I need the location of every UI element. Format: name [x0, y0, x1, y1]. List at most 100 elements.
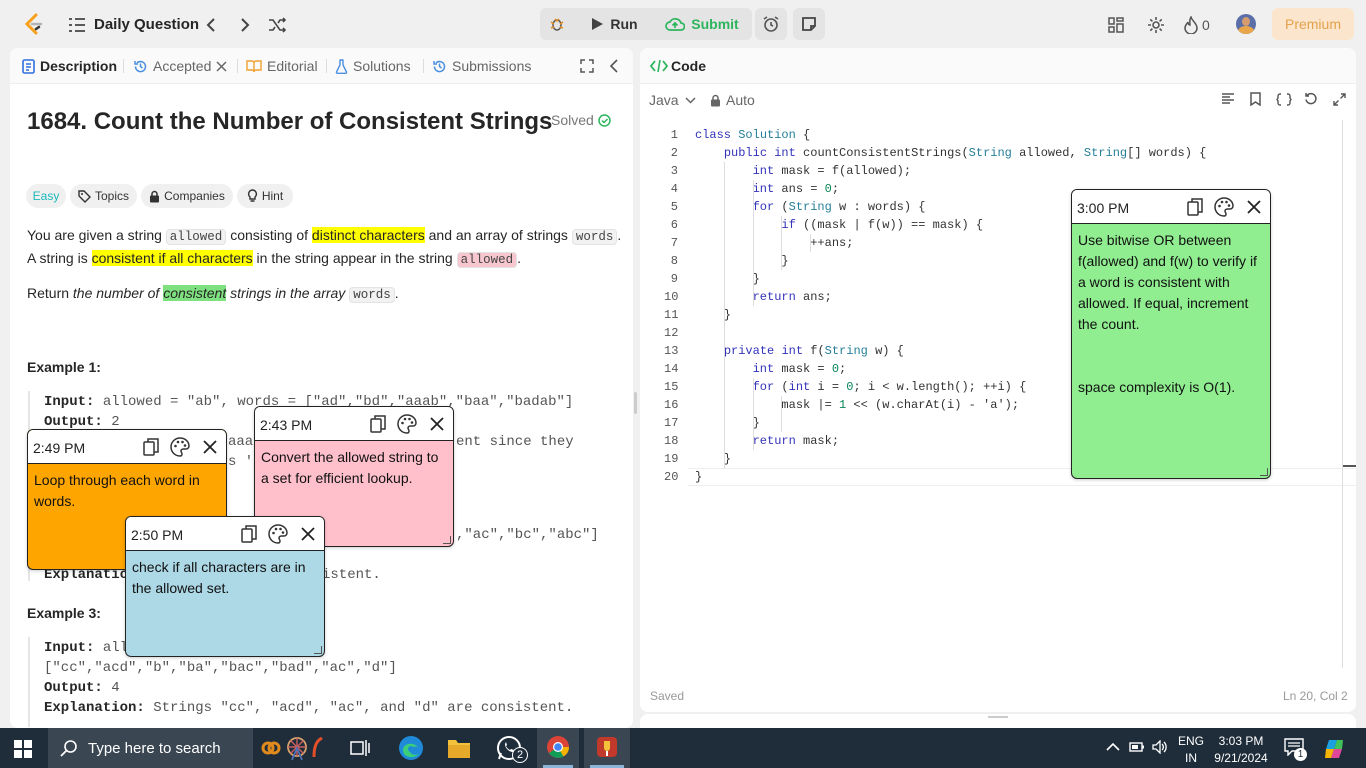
- sticky-note-header[interactable]: 2:49 PM: [28, 430, 226, 464]
- palette-icon[interactable]: [268, 524, 288, 544]
- auto-mode[interactable]: Auto: [710, 92, 755, 108]
- resize-grip-icon[interactable]: [443, 536, 451, 544]
- sticky-note-text[interactable]: check if all characters are in the allow…: [126, 551, 324, 656]
- sticky-note-header[interactable]: 2:43 PM: [255, 407, 453, 441]
- tab-description[interactable]: Description: [22, 58, 117, 74]
- daily-question-title[interactable]: Daily Question: [94, 16, 199, 33]
- problem-list-icon[interactable]: [66, 14, 88, 36]
- close-icon[interactable]: [298, 524, 318, 544]
- format-icon[interactable]: [1221, 93, 1235, 105]
- next-problem-icon[interactable]: [234, 14, 256, 36]
- sticky-note[interactable]: 3:00 PM Use bitwise OR between f(allowed)…: [1071, 189, 1271, 479]
- alarm-clock-button[interactable]: [755, 8, 787, 40]
- close-icon[interactable]: [200, 437, 220, 457]
- layout-grid-icon[interactable]: [1105, 14, 1127, 36]
- palette-icon[interactable]: [1214, 197, 1234, 217]
- system-clock[interactable]: 3:03 PM 9/21/2024: [1210, 733, 1272, 767]
- braces-icon[interactable]: [1276, 93, 1292, 106]
- collapse-panel-icon[interactable]: [609, 59, 619, 73]
- tab-submissions[interactable]: Submissions: [432, 58, 531, 74]
- taskbar-widget-cluster[interactable]: [260, 734, 332, 762]
- code-line[interactable]: int mask = f(allowed);: [695, 162, 911, 180]
- shuffle-icon[interactable]: [266, 14, 288, 36]
- code-line[interactable]: public int countConsistentStrings(String…: [695, 144, 1207, 162]
- code-line[interactable]: }: [695, 306, 731, 324]
- sticky-note-header[interactable]: 3:00 PM: [1072, 190, 1270, 224]
- tab-accepted[interactable]: Accepted: [133, 58, 227, 74]
- panel-resize-handle[interactable]: [634, 392, 637, 414]
- code-line[interactable]: class Solution {: [695, 126, 810, 144]
- show-hidden-icons-chevron-icon[interactable]: [1106, 742, 1120, 752]
- windows-start-icon[interactable]: [14, 740, 32, 758]
- language-select[interactable]: Java: [649, 92, 696, 108]
- copilot-icon[interactable]: [1323, 738, 1345, 760]
- notification-center-button[interactable]: 1: [1284, 738, 1310, 762]
- code-line[interactable]: }: [695, 468, 702, 486]
- sticky-note-text[interactable]: Use bitwise OR between f(allowed) and f(…: [1072, 224, 1270, 478]
- palette-icon[interactable]: [397, 414, 417, 434]
- code-line[interactable]: return ans;: [695, 288, 832, 306]
- code-line[interactable]: }: [695, 270, 760, 288]
- console-panel-edge[interactable]: [640, 714, 1356, 728]
- fullscreen-icon[interactable]: [1333, 93, 1346, 106]
- code-line[interactable]: ++ans;: [695, 234, 853, 252]
- code-line[interactable]: for (int i = 0; i < w.length(); ++i) {: [695, 378, 1027, 396]
- file-explorer-icon[interactable]: [447, 737, 471, 759]
- task-view-icon[interactable]: [350, 738, 370, 758]
- code-line[interactable]: }: [695, 450, 731, 468]
- maximize-icon[interactable]: [580, 59, 594, 73]
- editor-scrollbar[interactable]: [1342, 120, 1343, 668]
- edge-browser-icon[interactable]: [398, 735, 424, 761]
- resize-grip-icon[interactable]: [1260, 468, 1268, 476]
- prev-problem-icon[interactable]: [200, 14, 222, 36]
- notes-button[interactable]: [793, 8, 825, 40]
- debug-button[interactable]: [540, 8, 574, 40]
- problem-title[interactable]: 1684. Count the Number of Consistent Str…: [27, 108, 552, 136]
- close-icon[interactable]: [427, 414, 447, 434]
- feather-icon: [312, 737, 324, 759]
- run-button[interactable]: Run: [578, 8, 650, 40]
- close-tab-icon[interactable]: [216, 60, 227, 72]
- streak-counter[interactable]: 0: [1184, 14, 1220, 36]
- copy-icon[interactable]: [1185, 197, 1205, 217]
- copy-icon[interactable]: [368, 414, 388, 434]
- code-line[interactable]: for (String w : words) {: [695, 198, 926, 216]
- chrome-taskbar-button[interactable]: [537, 728, 579, 768]
- code-line[interactable]: mask |= 1 << (w.charAt(i) - 'a');: [695, 396, 1019, 414]
- companies-label: Companies: [164, 189, 225, 203]
- code-line[interactable]: }: [695, 252, 788, 270]
- tab-solutions[interactable]: Solutions: [335, 58, 411, 74]
- code-line[interactable]: int mask = 0;: [695, 360, 847, 378]
- whatsapp-taskbar-button[interactable]: 2: [496, 735, 530, 765]
- hint-chip[interactable]: Hint: [237, 184, 293, 208]
- copy-icon[interactable]: [239, 524, 259, 544]
- settings-gear-icon[interactable]: [1145, 14, 1167, 36]
- leetcode-logo-icon[interactable]: [22, 12, 44, 36]
- battery-icon[interactable]: [1129, 741, 1145, 753]
- taskbar-search-box[interactable]: Type here to search: [48, 728, 253, 768]
- code-line[interactable]: int ans = 0;: [695, 180, 839, 198]
- resize-grip-icon[interactable]: [314, 646, 322, 654]
- companies-chip[interactable]: Companies: [141, 184, 233, 208]
- premium-button[interactable]: Premium: [1272, 8, 1354, 40]
- tab-editorial[interactable]: Editorial: [246, 58, 318, 74]
- difficulty-chip[interactable]: Easy: [26, 184, 66, 208]
- user-avatar[interactable]: [1236, 14, 1256, 34]
- code-line[interactable]: private int f(String w) {: [695, 342, 904, 360]
- volume-icon[interactable]: [1152, 740, 1168, 754]
- sticky-note[interactable]: 2:50 PM check if all characters are in th…: [125, 516, 325, 657]
- code-title[interactable]: Code: [671, 58, 706, 74]
- reset-icon[interactable]: [1304, 92, 1318, 106]
- input-language-indicator[interactable]: ENG IN: [1178, 733, 1204, 767]
- submit-button[interactable]: Submit: [656, 8, 748, 40]
- code-line[interactable]: }: [695, 414, 760, 432]
- topics-chip[interactable]: Topics: [70, 184, 137, 208]
- bookmark-icon[interactable]: [1250, 92, 1261, 106]
- code-line[interactable]: if ((mask | f(w)) == mask) {: [695, 216, 983, 234]
- code-line[interactable]: return mask;: [695, 432, 839, 450]
- sticky-note-header[interactable]: 2:50 PM: [126, 517, 324, 551]
- close-icon[interactable]: [1244, 197, 1264, 217]
- palette-icon[interactable]: [170, 437, 190, 457]
- app-taskbar-button[interactable]: [584, 728, 630, 768]
- copy-icon[interactable]: [141, 437, 161, 457]
